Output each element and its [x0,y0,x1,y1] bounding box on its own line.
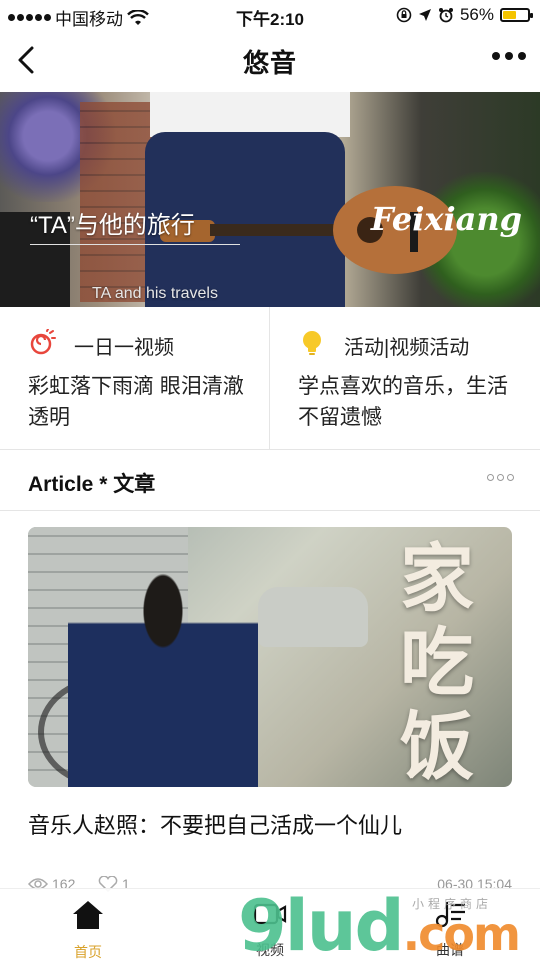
banner-subcaption: TA and his travels [92,285,218,302]
status-right: 56% [396,5,533,25]
article-title[interactable]: 音乐人赵照：不要把自己活成一个仙儿 [28,808,402,840]
hero-banner[interactable]: Feixiang “TA”与他的旅行 TA and his travels [0,92,540,307]
watermark-suffix: .com [402,907,521,961]
watermark-small-text: 小程序商店 [412,897,493,911]
feature-grid: 一日一视频 彩虹落下雨滴 眼泪清澈透明 活动|视频活动 学点喜欢的音乐，生活不留… [0,307,540,450]
rotation-lock-icon [396,7,412,23]
banner-shirt [150,92,350,137]
banner-brand: Feixiang [370,200,522,238]
page-title: 悠音 [242,48,297,78]
nav-bar: 悠音 [0,30,540,90]
section-title: Article * 文章 [28,473,156,496]
lightbulb-icon [303,331,321,355]
article-section-header: Article * 文章 [0,450,540,511]
thumbnail-car [258,587,368,647]
more-options-icon[interactable] [487,474,514,481]
feature-tag: 活动|视频活动 [344,337,470,359]
daily-video-icon [30,329,56,355]
feature-desc: 彩虹落下雨滴 眼泪清澈透明 [28,375,244,429]
feature-desc: 学点喜欢的音乐，生活不留遗憾 [298,375,508,429]
tab-label: 首页 [74,944,102,960]
home-icon [73,901,103,929]
feature-tag: 一日一视频 [74,337,174,359]
thumbnail-person [68,567,258,787]
tab-home[interactable]: 首页 [38,899,138,962]
banner-caption: “TA”与他的旅行 [30,212,195,239]
alarm-icon [438,8,453,23]
feature-card-activity[interactable]: 活动|视频活动 学点喜欢的音乐，生活不留遗憾 [270,307,540,449]
thumbnail-calligraphy: 家吃饭 [400,536,474,787]
article-thumbnail[interactable]: 家吃饭 [28,527,512,787]
battery-percent: 56% [459,5,494,24]
watermark-text: 9lud [238,885,405,967]
status-bar: 中国移动 下午2:10 56% [0,0,540,30]
feature-card-daily-video[interactable]: 一日一视频 彩虹落下雨滴 眼泪清澈透明 [0,307,270,449]
battery-icon [500,8,533,22]
location-icon [418,9,431,21]
more-dots-icon[interactable] [492,52,526,60]
banner-caption-divider [30,244,240,245]
battery-fill [503,11,516,19]
